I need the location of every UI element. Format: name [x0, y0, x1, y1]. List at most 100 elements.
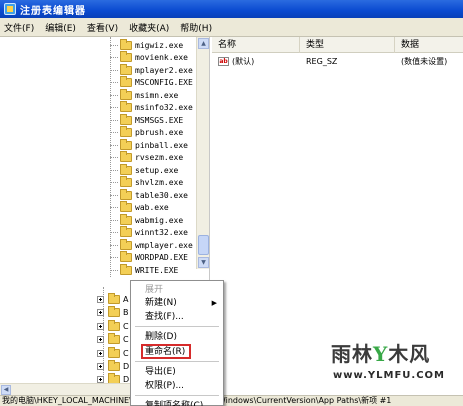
context-menu-item-label: 导出(E): [145, 367, 176, 377]
tree-node-label: WRITE.EXE: [135, 265, 179, 275]
status-bar-path: 我的电脑\HKEY_LOCAL_MACHINE\SOFTWARE\Microso…: [0, 395, 463, 406]
expand-plus-icon[interactable]: [97, 362, 104, 370]
tree-connector: [110, 94, 118, 96]
folder-icon: [120, 213, 132, 225]
column-type-header[interactable]: 类型: [300, 37, 395, 53]
context-menu-item-label: 查找(F)...: [145, 312, 184, 322]
folder-icon: [108, 346, 120, 358]
tree-connector: [110, 207, 118, 209]
tree-vertical-scrollbar[interactable]: ▲ ▼: [196, 37, 209, 269]
folder-icon: [120, 201, 132, 213]
context-menu-item[interactable]: 重命名(R): [131, 345, 223, 359]
tree-node[interactable]: A: [97, 292, 129, 305]
expand-plus-icon[interactable]: [97, 349, 104, 357]
tree-horizontal-scrollbar[interactable]: ◀: [0, 383, 130, 395]
expand-plus-icon[interactable]: [97, 308, 104, 316]
menu-favorites[interactable]: 收藏夹(A): [125, 21, 173, 34]
tree-node[interactable]: migwiz.exe: [110, 38, 184, 52]
tree-node[interactable]: rvsezm.exe: [110, 151, 183, 165]
expand-plus-icon[interactable]: [97, 295, 104, 303]
folder-icon: [108, 319, 120, 331]
tree-connector: [110, 57, 118, 59]
tree-node[interactable]: C: [97, 319, 129, 332]
context-menu-item[interactable]: 删除(D): [131, 330, 223, 344]
menu-help[interactable]: 帮助(H): [176, 21, 216, 34]
column-name-header[interactable]: 名称: [212, 37, 300, 53]
expand-plus-icon[interactable]: [97, 335, 104, 343]
tree-node-label: wab.exe: [135, 203, 169, 213]
tree-node[interactable]: winnt32.exe: [110, 226, 188, 240]
tree-node-label: table30.exe: [135, 190, 188, 200]
tree-node-label: movienk.exe: [135, 53, 188, 63]
tree-node[interactable]: wmplayer.exe: [110, 238, 193, 252]
submenu-arrow-icon: ▶: [211, 299, 217, 307]
tree-node[interactable]: mplayer2.exe: [110, 63, 193, 77]
context-menu-item-label: 展开: [145, 285, 164, 295]
folder-icon: [120, 101, 132, 113]
menu-edit[interactable]: 编辑(E): [41, 21, 80, 34]
tree-node[interactable]: D: [97, 359, 130, 372]
expand-plus-icon[interactable]: [97, 322, 104, 330]
context-menu-item[interactable]: 展开: [131, 283, 223, 297]
context-menu-item-label: 复制项名称(C): [145, 401, 204, 406]
title-bar: 注册表编辑器: [0, 0, 463, 18]
tree-node[interactable]: MSCONFIG.EXE: [110, 76, 193, 90]
tree-node-label: A: [123, 294, 129, 304]
tree-node[interactable]: msimn.exe: [110, 88, 178, 102]
expand-plus-icon[interactable]: [97, 375, 104, 383]
menu-separator: [135, 361, 219, 362]
scroll-left-arrow-icon[interactable]: ◀: [1, 385, 11, 395]
context-menu-item[interactable]: 复制项名称(C): [131, 399, 223, 406]
regedit-app-icon: [4, 3, 16, 15]
tree-node[interactable]: wabmig.exe: [110, 213, 183, 227]
watermark-tree-icon: Y: [373, 342, 389, 366]
folder-icon: [120, 63, 132, 75]
tree-connector: [110, 107, 118, 109]
folder-icon: [120, 238, 132, 250]
folder-icon: [108, 305, 120, 317]
menu-view[interactable]: 查看(V): [83, 21, 122, 34]
tree-node[interactable]: shvlzm.exe: [110, 176, 183, 190]
tree-node-label: migwiz.exe: [135, 40, 184, 50]
tree-node[interactable]: wab.exe: [110, 201, 169, 215]
folder-icon: [120, 113, 132, 125]
menu-file[interactable]: 文件(F): [0, 21, 38, 34]
tree-connector: [110, 119, 118, 121]
folder-icon: [120, 138, 132, 150]
tree-node[interactable]: WORDPAD.EXE: [110, 251, 188, 265]
tree-connector: [110, 269, 118, 271]
tree-connector: [110, 232, 118, 234]
context-menu-item[interactable]: 查找(F)...: [131, 310, 223, 324]
menu-separator: [135, 395, 219, 396]
tree-node[interactable]: C: [97, 346, 129, 359]
scroll-up-arrow-icon[interactable]: ▲: [198, 38, 209, 49]
folder-icon: [120, 263, 132, 275]
value-type: REG_SZ: [306, 57, 338, 66]
tree-node-label: B: [123, 307, 129, 317]
context-menu-item[interactable]: 新建(N) ▶: [131, 296, 223, 310]
watermark-url: www.YLMFU.COM: [333, 370, 445, 381]
tree-node-label: C: [123, 334, 129, 344]
window-title: 注册表编辑器: [20, 5, 86, 17]
context-menu-item[interactable]: 权限(P)...: [131, 379, 223, 393]
folder-icon: [120, 126, 132, 138]
tree-node[interactable]: B: [97, 305, 129, 318]
tree-node-label: D: [123, 361, 130, 371]
watermark-logo: 雨林Y木风: [331, 338, 430, 367]
tree-node[interactable]: pinball.exe: [110, 138, 188, 152]
tree-node[interactable]: movienk.exe: [110, 51, 188, 65]
scroll-down-arrow-icon[interactable]: ▼: [198, 257, 209, 268]
tree-node[interactable]: WRITE.EXE: [110, 263, 179, 277]
tree-node[interactable]: table30.exe: [110, 188, 188, 202]
tree-node[interactable]: MSMSGS.EXE: [110, 113, 183, 127]
column-data-header[interactable]: 数据: [395, 37, 463, 53]
tree-node[interactable]: setup.exe: [110, 163, 178, 177]
value-row[interactable]: ab (默认) REG_SZ (数值未设置): [212, 55, 463, 68]
tree-connector: [110, 132, 118, 134]
tree-node[interactable]: pbrush.exe: [110, 126, 183, 140]
context-menu-item[interactable]: 导出(E): [131, 365, 223, 379]
tree-node[interactable]: msinfo32.exe: [110, 101, 193, 115]
scroll-thumb[interactable]: [198, 235, 209, 255]
site-watermark: 雨林Y木风 www.YLMFU.COM: [331, 336, 463, 394]
tree-node[interactable]: C: [97, 332, 129, 345]
